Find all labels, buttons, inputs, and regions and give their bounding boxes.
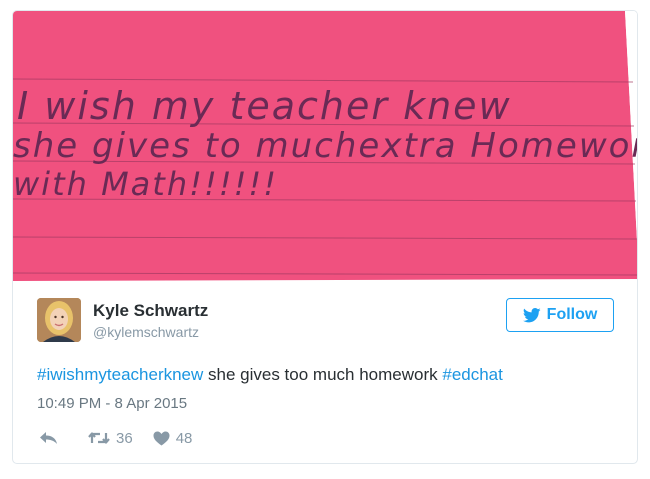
follow-label: Follow <box>546 306 598 323</box>
hashtag-link[interactable]: #edchat <box>442 365 503 384</box>
reply-icon <box>40 432 57 444</box>
retweet-button[interactable]: 36 <box>88 430 133 447</box>
retweet-count: 36 <box>116 429 133 447</box>
handwriting-line-1: I wish my teacher knew <box>17 84 512 128</box>
heart-icon <box>153 431 170 445</box>
twitter-bird-icon <box>522 307 541 322</box>
hashtag-link[interactable]: #iwishmyteacherknew <box>37 365 203 384</box>
avatar-photo <box>37 298 81 342</box>
tweet-card: I wish my teacher knew she gives to much… <box>12 10 638 464</box>
tweet-text: #iwishmyteacherknew she gives too much h… <box>37 365 503 385</box>
reply-button[interactable] <box>39 431 58 445</box>
handwritten-note-image: I wish my teacher knew she gives to much… <box>13 11 638 281</box>
handwriting-line-3: with Math!!!!!! <box>13 165 278 203</box>
author-handle[interactable]: @kylemschwartz <box>93 323 208 341</box>
author-names: Kyle Schwartz @kylemschwartz <box>93 301 208 341</box>
avatar[interactable] <box>37 298 81 342</box>
author-display-name[interactable]: Kyle Schwartz <box>93 301 208 321</box>
tweet-actions: 36 48 <box>39 428 192 448</box>
follow-button[interactable]: Follow <box>506 298 614 332</box>
handwriting-line-2: she gives to muchextra Homework <box>13 126 638 166</box>
tweet-timestamp[interactable]: 10:49 PM - 8 Apr 2015 <box>37 395 187 412</box>
tweet-body-text: she gives too much homework <box>203 365 443 384</box>
tweet-photo[interactable]: I wish my teacher knew she gives to much… <box>13 11 638 281</box>
like-button[interactable]: 48 <box>153 429 193 447</box>
retweet-icon <box>88 432 110 444</box>
like-count: 48 <box>175 429 193 447</box>
